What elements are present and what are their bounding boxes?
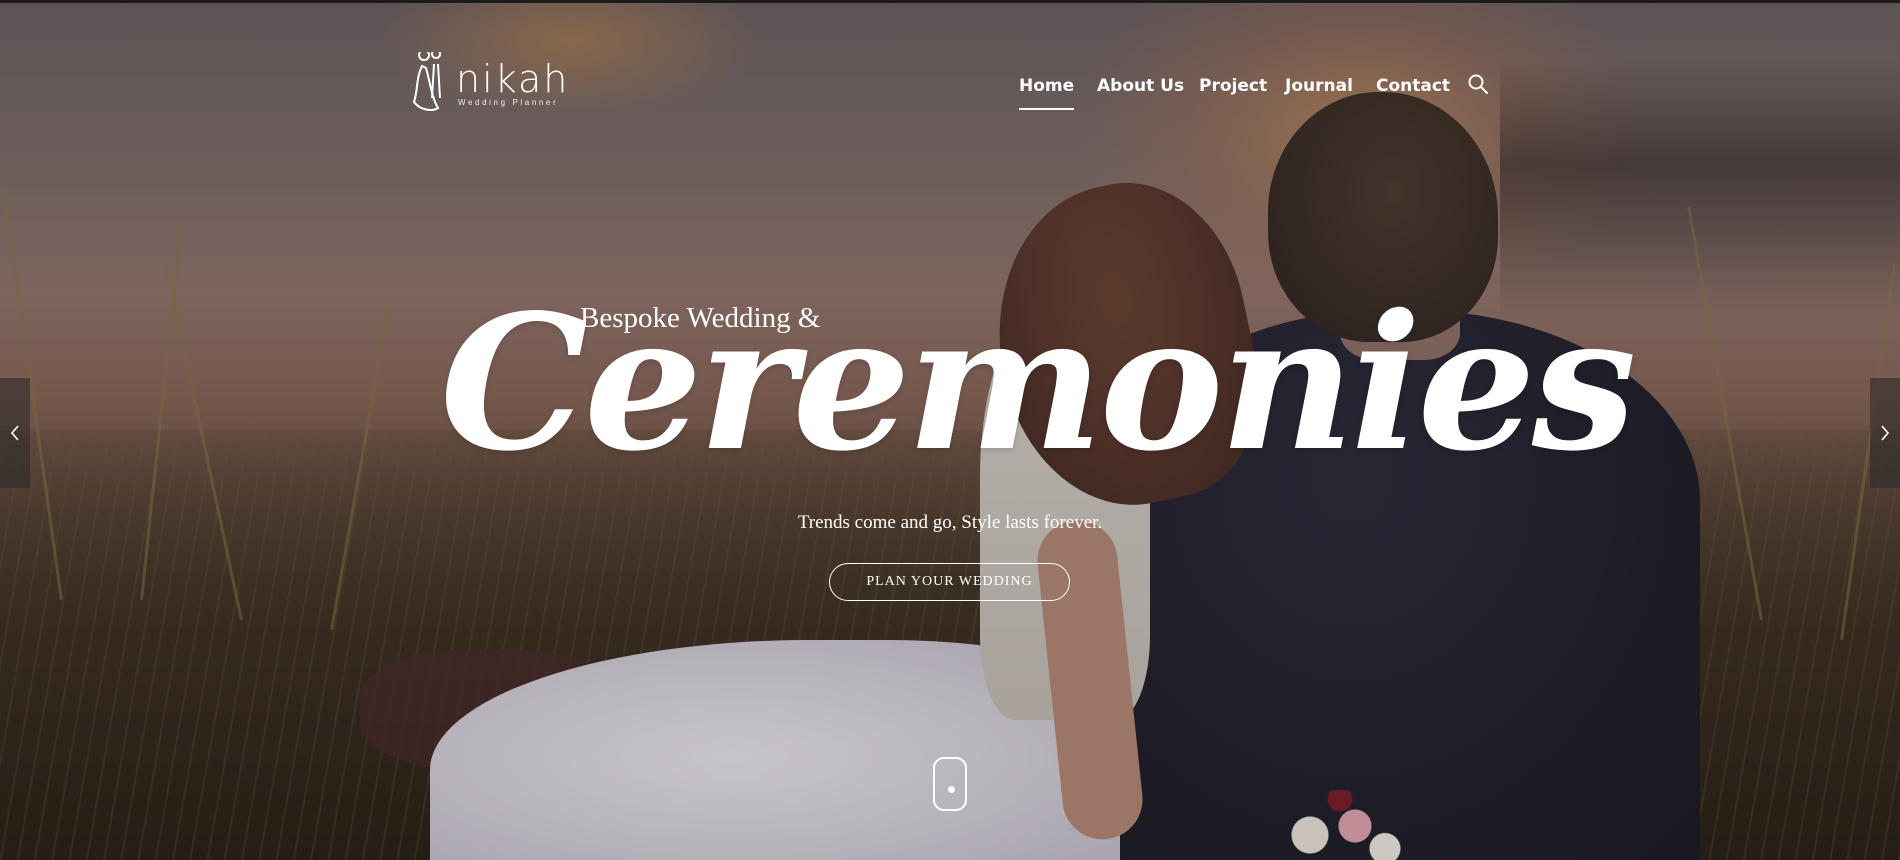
slider-prev-button[interactable] — [0, 378, 30, 488]
nav-about-us[interactable]: About Us — [1097, 76, 1184, 96]
nav-journal[interactable]: Journal — [1285, 76, 1353, 96]
search-button[interactable] — [1466, 72, 1490, 96]
chevron-left-icon — [10, 425, 19, 441]
site-header: nikah Wedding Planner Home About Us Proj… — [0, 0, 1900, 130]
nav-home[interactable]: Home — [1019, 76, 1075, 110]
slider-next-button[interactable] — [1870, 378, 1900, 488]
logo-wordmark: nikah — [456, 57, 570, 101]
nav-project[interactable]: Project — [1199, 76, 1267, 96]
logo-tagline: Wedding Planner — [458, 98, 559, 107]
site-logo[interactable]: nikah Wedding Planner — [410, 52, 580, 118]
chevron-right-icon — [1881, 425, 1890, 441]
hero-pretitle: Bespoke Wedding & — [580, 302, 821, 334]
plan-your-wedding-button[interactable]: PLAN YOUR WEDDING — [829, 563, 1070, 601]
bride-groom-logo-icon — [412, 52, 442, 111]
scroll-down-indicator[interactable] — [933, 757, 967, 811]
nav-contact[interactable]: Contact — [1376, 76, 1450, 96]
mouse-scroll-icon — [948, 786, 955, 793]
search-icon — [1468, 74, 1488, 94]
hero-subtitle: Trends come and go, Style lasts forever. — [797, 512, 1103, 533]
